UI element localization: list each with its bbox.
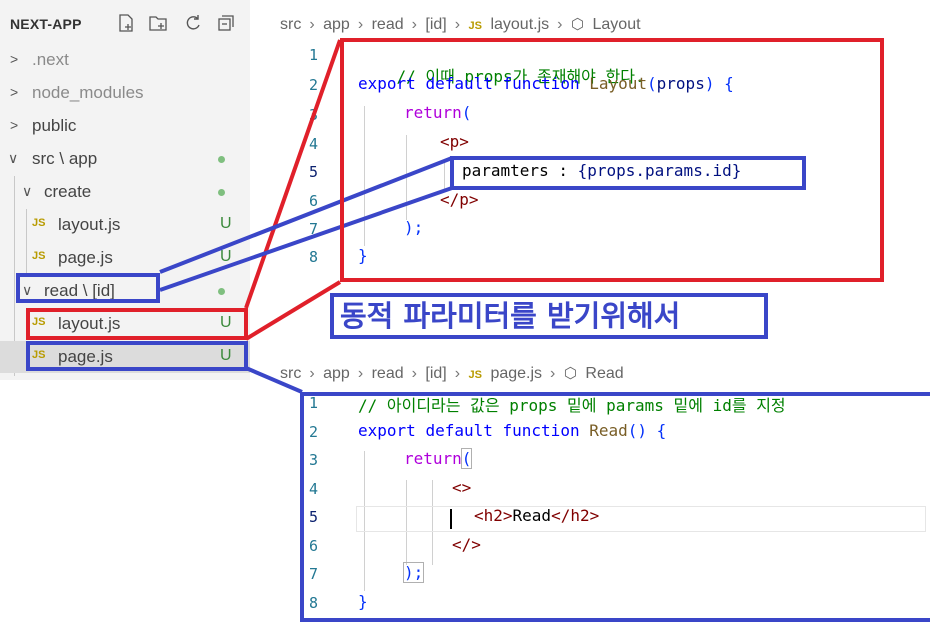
- breadcrumb-item[interactable]: read: [372, 365, 404, 382]
- red-connector-line: [244, 39, 342, 309]
- cube-symbol-icon: ⬡: [563, 365, 577, 382]
- line-number: 8: [308, 248, 318, 266]
- tree-item-next[interactable]: > .next: [0, 44, 250, 76]
- blue-highlight-box-params: [450, 156, 806, 190]
- bottom-breadcrumb: src › app › read › [id] › JS page.js › ⬡ Read: [280, 365, 624, 382]
- blue-highlight-box-page-code: [300, 392, 930, 622]
- red-highlight-box-layout-file: [26, 308, 248, 340]
- new-folder-icon[interactable]: [148, 13, 168, 33]
- tree-item-label: layout.js: [58, 215, 121, 234]
- top-breadcrumb: src › app › read › [id] › JS layout.js › ⬡ La…: [280, 16, 641, 33]
- tree-item-create[interactable]: ∨ create: [0, 176, 250, 208]
- tree-item-label: page.js: [58, 248, 113, 267]
- annotation-caption: 동적 파라미터를 받기위해서: [330, 293, 768, 339]
- modified-dot-icon: [218, 189, 225, 196]
- tree-item-label: node_modules: [32, 83, 144, 102]
- breadcrumb-item[interactable]: Read: [585, 365, 623, 382]
- javascript-file-icon: JS: [32, 250, 46, 262]
- javascript-file-icon: JS: [32, 217, 46, 229]
- breadcrumb-item[interactable]: layout.js: [490, 16, 549, 33]
- breadcrumb-item[interactable]: [id]: [425, 16, 446, 33]
- tree-item-src-app[interactable]: ∨ src \ app: [0, 143, 250, 175]
- tree-item-public[interactable]: > public: [0, 110, 250, 142]
- tree-item-label: create: [44, 182, 92, 201]
- refresh-icon[interactable]: [183, 13, 203, 33]
- line-number: 4: [308, 135, 318, 153]
- chevron-right-icon: >: [10, 117, 19, 133]
- tree-item-node-modules[interactable]: > node_modules: [0, 77, 250, 109]
- tree-item-create-layout[interactable]: JS layout.js U: [0, 209, 250, 241]
- line-number: 1: [308, 46, 318, 64]
- javascript-file-icon: JS: [468, 369, 482, 381]
- collapse-all-icon[interactable]: [216, 13, 236, 33]
- cube-symbol-icon: ⬡: [570, 16, 585, 33]
- blue-highlight-box-page-file: [26, 341, 248, 371]
- red-connector-line: [244, 280, 342, 341]
- breadcrumb-item[interactable]: page.js: [490, 365, 542, 382]
- line-number: 6: [308, 192, 318, 210]
- line-number: 3: [308, 106, 318, 124]
- explorer-title: NEXT-APP: [10, 16, 82, 32]
- chevron-down-icon: ∨: [22, 183, 33, 199]
- breadcrumb-item[interactable]: Layout: [593, 16, 641, 33]
- chevron-down-icon: ∨: [8, 150, 19, 166]
- breadcrumb-item[interactable]: app: [323, 365, 350, 382]
- breadcrumb-item[interactable]: read: [372, 16, 404, 33]
- breadcrumb-item[interactable]: src: [280, 365, 301, 382]
- line-number: 2: [308, 76, 318, 94]
- tree-item-label: public: [32, 116, 77, 135]
- modified-dot-icon: [218, 156, 225, 163]
- modified-dot-icon: [218, 288, 225, 295]
- tree-item-create-page[interactable]: JS page.js U: [0, 242, 250, 274]
- breadcrumb-item[interactable]: src: [280, 16, 301, 33]
- tree-item-label: src \ app: [32, 149, 98, 168]
- new-file-icon[interactable]: [116, 13, 136, 33]
- line-number: 5: [308, 163, 318, 181]
- untracked-badge: U: [220, 248, 232, 265]
- tree-item-label: .next: [32, 50, 69, 69]
- untracked-badge: U: [220, 215, 232, 232]
- javascript-file-icon: JS: [468, 20, 482, 32]
- blue-highlight-box-read-folder: [16, 273, 160, 303]
- breadcrumb-item[interactable]: app: [323, 16, 350, 33]
- breadcrumb-item[interactable]: [id]: [425, 365, 446, 382]
- line-number: 7: [308, 220, 318, 238]
- chevron-right-icon: >: [10, 51, 19, 67]
- chevron-right-icon: >: [10, 84, 19, 100]
